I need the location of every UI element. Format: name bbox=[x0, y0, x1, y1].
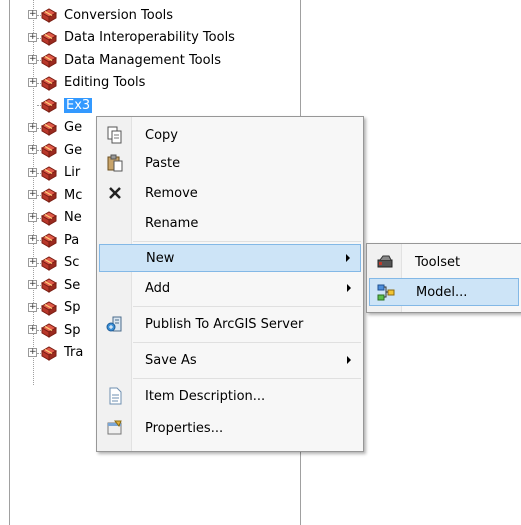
tree-item[interactable]: Pa bbox=[28, 230, 79, 250]
menu-item-remove[interactable]: Remove bbox=[99, 179, 361, 207]
tree-item-label: Ge bbox=[64, 120, 83, 135]
toolbox-icon bbox=[40, 323, 58, 338]
tree-item[interactable]: Mc bbox=[28, 185, 82, 205]
tree-item[interactable]: Ne bbox=[28, 208, 82, 228]
tree-item[interactable]: Sp bbox=[28, 298, 81, 318]
tree-item-label: Sc bbox=[64, 255, 80, 270]
toolbox-icon bbox=[40, 120, 58, 136]
tree-item[interactable]: Tra bbox=[28, 343, 83, 363]
toolbox-icon bbox=[40, 75, 58, 91]
toolbox-icon bbox=[40, 255, 58, 271]
submenu-arrow-icon bbox=[347, 284, 351, 292]
submenu-arrow-icon bbox=[346, 254, 350, 262]
menu-item-copy[interactable]: Copy bbox=[99, 121, 361, 149]
tree-item-label: Se bbox=[64, 277, 81, 293]
submenu-item-toolset[interactable]: Toolset bbox=[369, 248, 519, 276]
menu-item-label: Publish To ArcGIS Server bbox=[145, 316, 304, 332]
new-submenu: Toolset Model... bbox=[366, 243, 521, 313]
menu-item-paste[interactable]: Paste bbox=[99, 149, 361, 177]
tree-item-label: Editing Tools bbox=[64, 75, 146, 90]
menu-item-label: Paste bbox=[145, 155, 181, 171]
menu-item-label: Save As bbox=[145, 352, 197, 368]
toolbox-icon bbox=[40, 8, 58, 23]
tree-item-label: Ge bbox=[64, 142, 83, 158]
tree-item-label: Ex3 bbox=[64, 97, 93, 113]
menu-item-label: New bbox=[146, 250, 175, 266]
tree-item-label: Mc bbox=[64, 187, 83, 203]
toolbox-icon bbox=[40, 345, 58, 361]
paste-icon bbox=[107, 154, 123, 172]
tree-item-label: Ne bbox=[64, 210, 82, 225]
toolbox-icon bbox=[40, 278, 58, 293]
tree-item[interactable]: Sc bbox=[28, 253, 79, 273]
toolbox-icon bbox=[40, 210, 58, 226]
publish-icon bbox=[106, 316, 122, 332]
toolbox-icon bbox=[40, 98, 58, 113]
model-icon bbox=[377, 284, 395, 301]
menu-item-label: Rename bbox=[145, 215, 199, 231]
tree-item-label: Conversion Tools bbox=[64, 7, 174, 23]
menu-item-item-description[interactable]: Item Description... bbox=[99, 382, 361, 410]
toolbox-icon bbox=[40, 53, 58, 68]
toolbox-icon bbox=[40, 233, 58, 248]
menu-separator bbox=[133, 378, 361, 379]
submenu-arrow-icon bbox=[347, 356, 351, 364]
tree-item-label: Pa bbox=[64, 232, 80, 248]
item-description-icon bbox=[109, 387, 122, 405]
tree-item[interactable]: Se bbox=[28, 275, 80, 295]
tree-item[interactable]: Lir bbox=[28, 163, 80, 183]
toolbox-icon bbox=[40, 30, 58, 46]
tree-item[interactable]: Conversion Tools bbox=[28, 5, 173, 25]
toolbox-icon bbox=[40, 165, 58, 181]
menu-item-label: Add bbox=[145, 280, 171, 296]
menu-item-save-as[interactable]: Save As bbox=[99, 346, 361, 374]
submenu-item-model[interactable]: Model... bbox=[369, 278, 519, 306]
context-menu: Copy Paste Remove Rename New Add Publish… bbox=[96, 116, 364, 452]
copy-icon bbox=[107, 126, 122, 144]
tree-item[interactable]: Ge bbox=[28, 118, 82, 138]
tree-item-label: Lir bbox=[64, 165, 81, 180]
menu-item-add[interactable]: Add bbox=[99, 274, 361, 302]
tree-item[interactable]: Ex3 bbox=[28, 95, 93, 115]
toolbox-icon bbox=[40, 300, 58, 316]
menu-item-properties[interactable]: Properties... bbox=[99, 414, 361, 442]
remove-icon bbox=[109, 187, 121, 199]
menu-item-new[interactable]: New bbox=[99, 244, 361, 272]
tree-item[interactable]: Data Interoperability Tools bbox=[28, 28, 235, 48]
menu-separator bbox=[133, 306, 361, 307]
toolset-icon bbox=[377, 255, 393, 268]
tree-item-label: Data Management Tools bbox=[64, 52, 221, 68]
menu-item-label: Item Description... bbox=[145, 388, 266, 404]
tree-item[interactable]: Ge bbox=[28, 140, 82, 160]
menu-item-label: Toolset bbox=[415, 254, 461, 270]
menu-item-publish[interactable]: Publish To ArcGIS Server bbox=[99, 310, 361, 338]
toolbox-icon bbox=[40, 143, 58, 158]
tree-item-label: Sp bbox=[64, 300, 81, 315]
tree-item-label: Tra bbox=[64, 345, 84, 360]
menu-item-rename[interactable]: Rename bbox=[99, 209, 361, 237]
menu-separator bbox=[133, 342, 361, 343]
menu-item-label: Model... bbox=[416, 284, 468, 300]
tree-item[interactable]: Sp bbox=[28, 320, 81, 340]
toolbox-icon bbox=[40, 188, 58, 203]
menu-item-label: Properties... bbox=[145, 420, 224, 436]
tree-item-label: Sp bbox=[64, 322, 81, 338]
tree-item[interactable]: Editing Tools bbox=[28, 73, 145, 93]
tree-item-label: Data Interoperability Tools bbox=[64, 30, 235, 45]
menu-separator bbox=[133, 241, 361, 242]
properties-icon bbox=[107, 420, 122, 435]
menu-item-label: Remove bbox=[145, 185, 198, 201]
tree-item[interactable]: Data Management Tools bbox=[28, 50, 221, 70]
menu-item-label: Copy bbox=[145, 127, 178, 143]
